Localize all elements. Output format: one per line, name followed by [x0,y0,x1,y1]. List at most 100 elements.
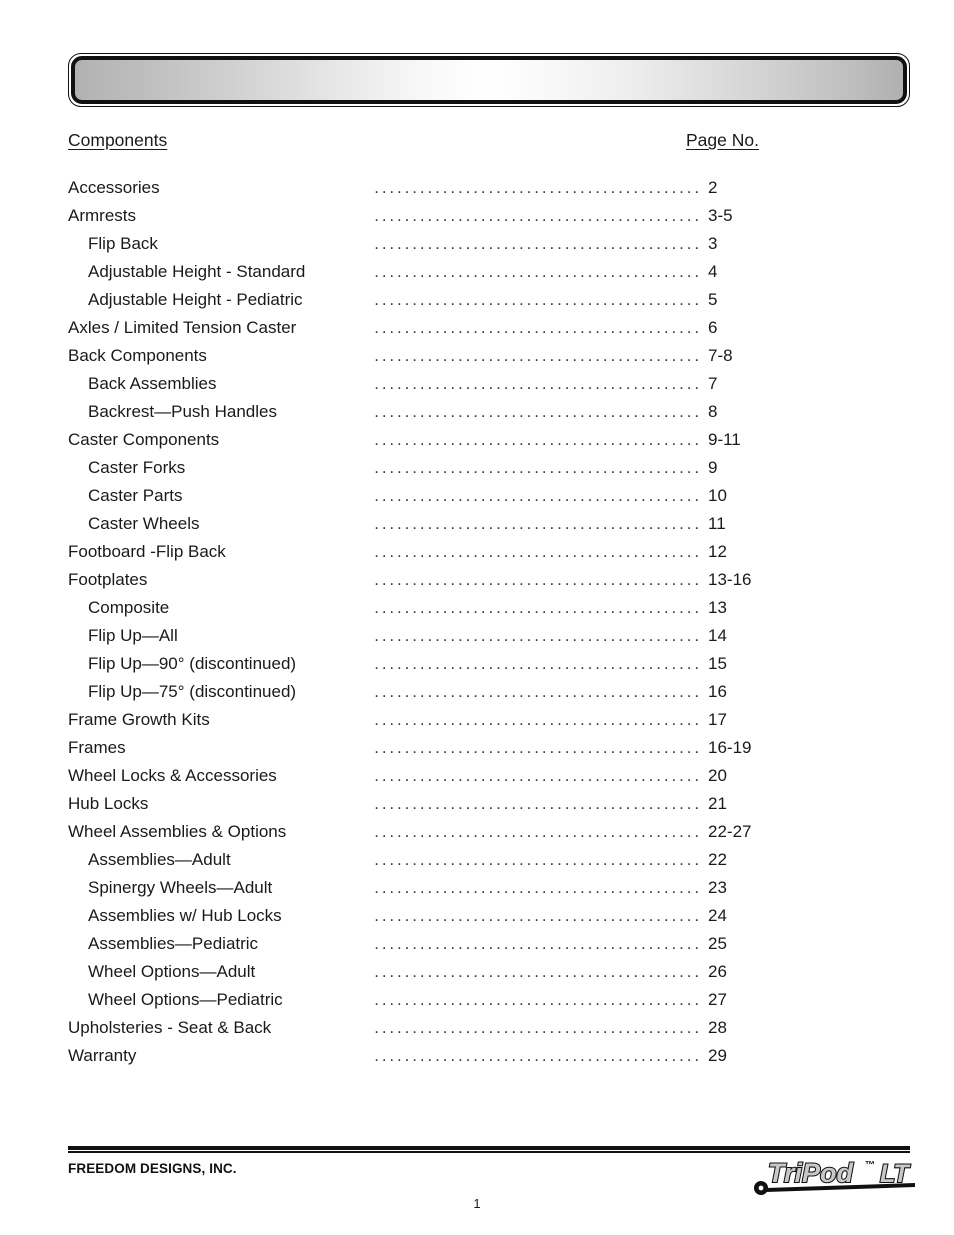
toc-dot-leader: ........................................… [370,878,702,897]
toc-dot-leader: ........................................… [370,822,702,841]
toc-dot-leader: ........................................… [370,682,702,701]
toc-row[interactable]: Armrests................................… [68,202,768,230]
toc-row[interactable]: Adjustable Height - Standard............… [68,258,768,286]
toc-entry-page-number: 3-5 [708,206,733,225]
toc-entry-label: Assemblies—Pediatric [88,934,259,953]
toc-dot-leader: ........................................… [370,1018,702,1037]
toc-row[interactable]: Upholsteries - Seat & Back..............… [68,1014,768,1042]
header-banner-gradient [71,56,907,104]
toc-dot-leader: ........................................… [370,290,702,309]
toc-entry-label: Caster Components [68,430,220,449]
toc-row[interactable]: Assemblies—Adult........................… [68,846,768,874]
toc-entry-page-number: 9 [708,458,718,477]
toc-row[interactable]: Wheel Options—Pediatric.................… [68,986,768,1014]
toc-dot-leader: ........................................… [370,542,702,561]
footer-company-name: FREEDOM DESIGNS, INC. [68,1161,237,1176]
toc-row[interactable]: Wheel Options—Adult.....................… [68,958,768,986]
footer-rule-thick [68,1146,910,1150]
toc-entry-page-number: 9-11 [708,430,741,449]
toc-row[interactable]: Wheel Locks & Accessories...............… [68,762,768,790]
toc-entry-label: Flip Up—All [88,626,178,645]
toc-entry-page-number: 11 [708,514,726,533]
toc-dot-leader: ........................................… [370,906,702,925]
tripod-lt-logo: TriPod ™ LT [752,1152,916,1198]
toc-entry-label: Warranty [68,1046,137,1065]
toc-dot-leader: ........................................… [370,934,702,953]
toc-row[interactable]: Wheel Assemblies & Options..............… [68,818,768,846]
toc-entry-page-number: 12 [708,542,727,561]
toc-row[interactable]: Back Assemblies.........................… [68,370,768,398]
toc-entry-page-number: 13 [708,598,727,617]
toc-dot-leader: ........................................… [370,626,702,645]
toc-entry-label: Wheel Assemblies & Options [68,822,287,841]
toc-row[interactable]: Spinergy Wheels—Adult...................… [68,874,768,902]
toc-row[interactable]: Composite...............................… [68,594,768,622]
toc-entry-page-number: 16 [708,682,727,701]
toc-row[interactable]: Caster Wheels...........................… [68,510,768,538]
toc-entry-label: Composite [88,598,170,617]
toc-entry-label: Upholsteries - Seat & Back [68,1018,272,1037]
toc-row[interactable]: Frame Growth Kits.......................… [68,706,768,734]
toc-entry-label: Back Assemblies [88,374,217,393]
toc-row[interactable]: Back Components.........................… [68,342,768,370]
toc-row[interactable]: Assemblies w/ Hub Locks.................… [68,902,768,930]
toc-row[interactable]: Axles / Limited Tension Caster..........… [68,314,768,342]
toc-row[interactable]: Assemblies—Pediatric....................… [68,930,768,958]
toc-entry-label: Caster Parts [88,486,183,505]
toc-entry-label: Assemblies w/ Hub Locks [88,906,282,925]
toc-entry-page-number: 16-19 [708,738,752,757]
toc-entry-label: Wheel Options—Pediatric [88,990,283,1009]
toc-row[interactable]: Frames..................................… [68,734,768,762]
toc-entry-label: Flip Back [88,234,158,253]
toc-entry-label: Frame Growth Kits [68,710,210,729]
toc-entry-label: Adjustable Height - Pediatric [88,290,303,309]
toc-entry-page-number: 20 [708,766,727,785]
toc-dot-leader: ........................................… [370,794,702,813]
toc-entry-page-number: 24 [708,906,727,925]
toc-dot-leader: ........................................… [370,486,702,505]
toc-entry-label: Backrest—Push Handles [88,402,277,421]
toc-row[interactable]: Accessories.............................… [68,174,768,202]
toc-entry-label: Footboard -Flip Back [68,542,226,561]
toc-entry-page-number: 7-8 [708,346,733,365]
toc-row[interactable]: Warranty................................… [68,1042,768,1070]
toc-row[interactable]: Footplates..............................… [68,566,768,594]
toc-row[interactable]: Hub Locks...............................… [68,790,768,818]
toc-dot-leader: ........................................… [370,234,702,253]
toc-entry-page-number: 8 [708,402,718,421]
toc-row[interactable]: Flip Back...............................… [68,230,768,258]
toc-row[interactable]: Flip Up—All.............................… [68,622,768,650]
toc-row[interactable]: Caster Forks............................… [68,454,768,482]
toc-row[interactable]: Adjustable Height - Pediatric...........… [68,286,768,314]
toc-dot-leader: ........................................… [370,430,702,449]
toc-dot-leader: ........................................… [370,738,702,757]
toc-dot-leader: ........................................… [370,262,702,281]
toc-entry-page-number: 7 [708,374,718,393]
toc-dot-leader: ........................................… [370,374,702,393]
column-header-page-no: Page No. [686,130,759,150]
toc-row[interactable]: Backrest—Push Handles...................… [68,398,768,426]
toc-entry-page-number: 27 [708,990,727,1009]
header-banner [68,53,910,107]
toc-dot-leader: ........................................… [370,654,702,673]
toc-row[interactable]: Flip Up—75° (discontinued)..............… [68,678,768,706]
toc-dot-leader: ........................................… [370,458,702,477]
toc-entry-page-number: 6 [708,318,718,337]
toc-entry-label: Assemblies—Adult [88,850,231,869]
toc-entry-label: Armrests [68,206,136,225]
toc-dot-leader: ........................................… [370,514,702,533]
toc-entry-label: Wheel Locks & Accessories [68,766,277,785]
toc-row[interactable]: Flip Up—90° (discontinued)..............… [68,650,768,678]
toc-entry-page-number: 3 [708,234,718,253]
toc-entry-label: Axles / Limited Tension Caster [68,318,297,337]
toc-entry-page-number: 5 [708,290,718,309]
toc-row[interactable]: Caster Components.......................… [68,426,768,454]
logo-trademark-symbol: ™ [865,1160,875,1171]
toc-entry-page-number: 25 [708,934,727,953]
toc-entry-label: Accessories [68,178,160,197]
toc-dot-leader: ........................................… [370,710,702,729]
toc-entry-page-number: 29 [708,1046,727,1065]
header-banner-title [75,60,903,100]
toc-row[interactable]: Caster Parts............................… [68,482,768,510]
toc-row[interactable]: Footboard -Flip Back....................… [68,538,768,566]
